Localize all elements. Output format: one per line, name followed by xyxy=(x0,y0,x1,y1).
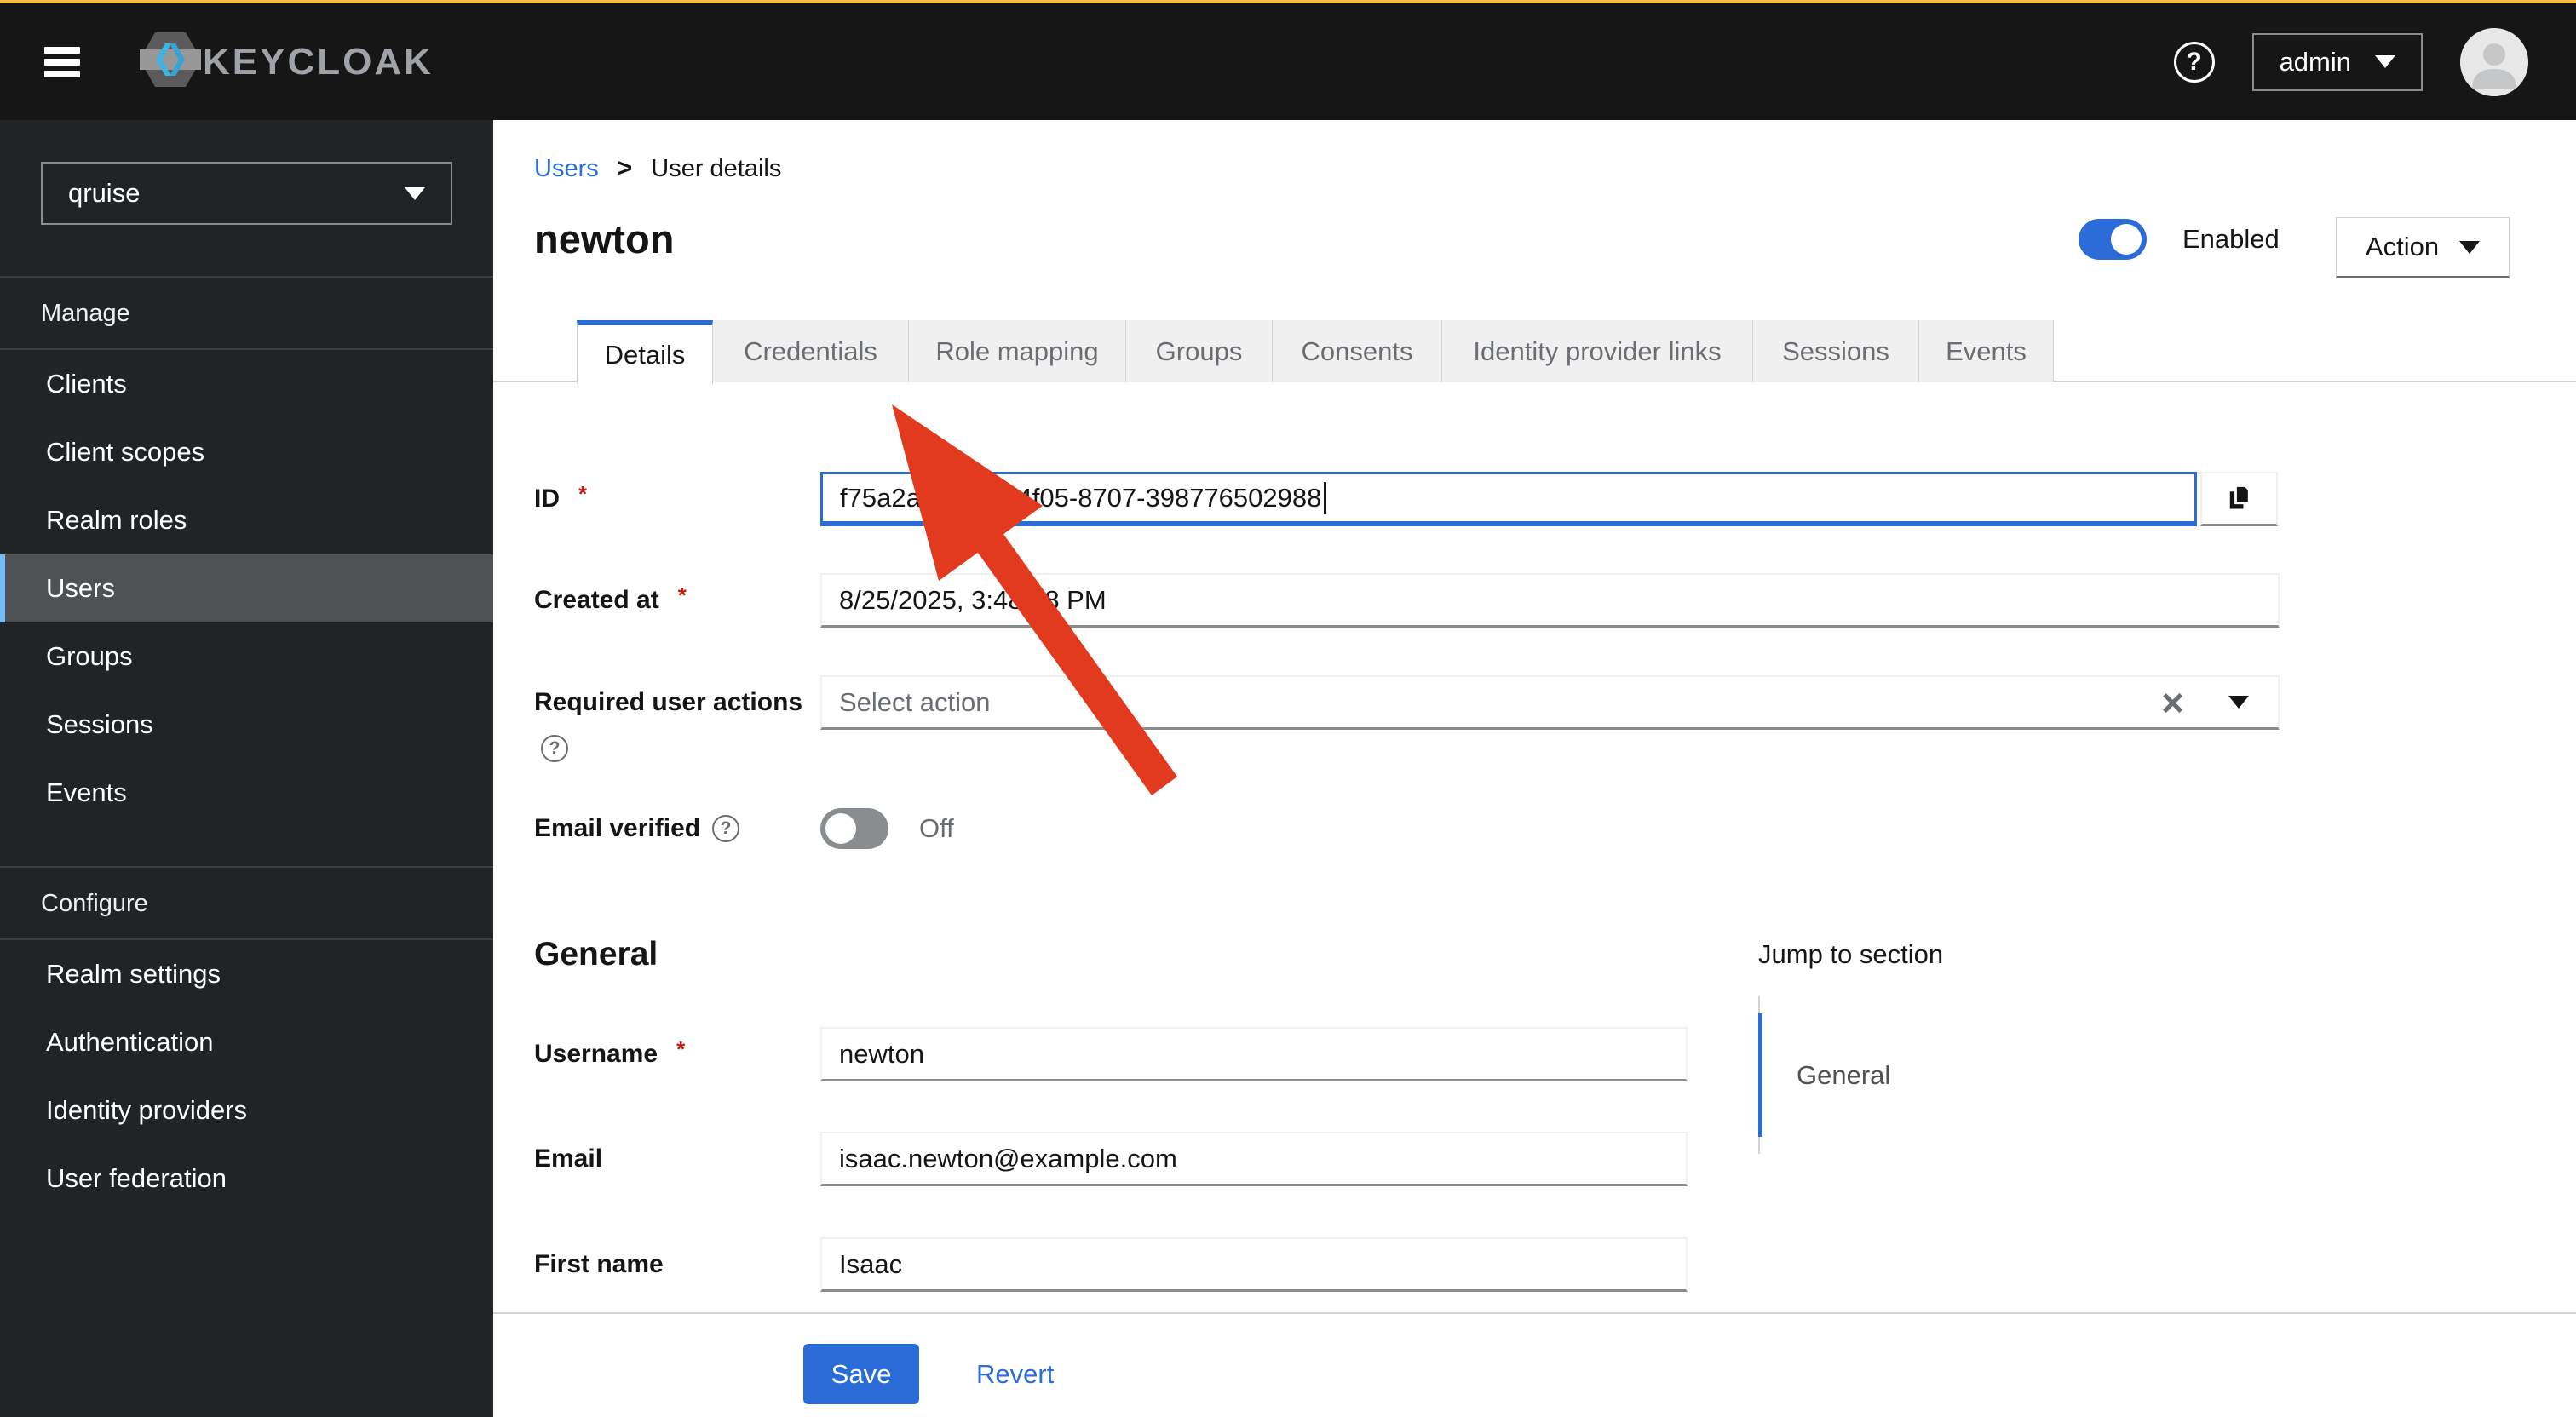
sidebar-item-realm-roles[interactable]: Realm roles xyxy=(0,486,493,554)
user-menu-label: admin xyxy=(2279,46,2351,77)
sidebar-item-groups[interactable]: Groups xyxy=(0,622,493,691)
keycloak-logo: KEYCLOAK xyxy=(140,32,434,91)
first-name-input[interactable]: Isaac xyxy=(820,1237,1688,1292)
sidebar-item-identity-providers[interactable]: Identity providers xyxy=(0,1076,493,1144)
tab-identity-provider-links[interactable]: Identity provider links xyxy=(1442,320,1753,382)
realm-selector-value: qruise xyxy=(68,178,141,208)
jump-item-general[interactable]: General xyxy=(1797,1013,1890,1137)
clear-icon[interactable]: × xyxy=(2161,683,2184,722)
breadcrumb: Users > User details xyxy=(534,154,781,183)
required-user-actions-label: Required user actions xyxy=(534,688,803,716)
jump-active-indicator xyxy=(1758,1013,1762,1137)
required-asterisk: * xyxy=(676,1036,686,1062)
enabled-toggle-group: Enabled xyxy=(2079,219,2280,260)
brand-text: KEYCLOAK xyxy=(203,40,434,83)
tab-events[interactable]: Events xyxy=(1919,320,2054,382)
breadcrumb-current: User details xyxy=(651,154,782,182)
sidebar-section-manage: Manage xyxy=(41,300,130,327)
help-icon[interactable]: ? xyxy=(2173,41,2215,83)
id-input[interactable]: f75a2a42-9fc9-4f05-8707-398776502988 xyxy=(820,472,2197,526)
chevron-down-icon xyxy=(2375,55,2395,68)
tab-details[interactable]: Details xyxy=(577,320,713,384)
avatar[interactable] xyxy=(2460,27,2528,96)
sidebar-item-user-federation[interactable]: User federation xyxy=(0,1144,493,1213)
required-asterisk: * xyxy=(578,480,588,507)
sidebar-item-users[interactable]: Users xyxy=(0,554,493,622)
chevron-down-icon[interactable] xyxy=(2228,696,2249,708)
tab-bar: Details Credentials Role mapping Groups … xyxy=(577,320,2054,384)
first-name-label: First name xyxy=(534,1250,664,1278)
copy-icon xyxy=(2224,482,2255,515)
sidebar-item-clients[interactable]: Clients xyxy=(0,350,493,418)
id-label: ID * xyxy=(534,480,588,513)
masthead-toolbar: ? admin xyxy=(2173,27,2528,96)
chevron-down-icon xyxy=(2459,240,2481,254)
nav-toggle-icon[interactable] xyxy=(44,45,83,79)
help-icon[interactable]: ? xyxy=(712,815,740,842)
created-at-label: Created at * xyxy=(534,582,687,615)
breadcrumb-users-link[interactable]: Users xyxy=(534,155,599,183)
realm-selector-dropdown[interactable]: qruise xyxy=(41,162,452,225)
save-button[interactable]: Save xyxy=(803,1344,919,1404)
required-asterisk: * xyxy=(677,582,687,608)
sidebar-item-authentication[interactable]: Authentication xyxy=(0,1008,493,1076)
email-verified-state: Off xyxy=(919,813,954,843)
tab-role-mapping[interactable]: Role mapping xyxy=(909,320,1126,382)
chevron-right-icon: > xyxy=(617,154,633,182)
keycloak-logo-icon xyxy=(140,32,201,91)
tab-credentials[interactable]: Credentials xyxy=(713,320,909,382)
footer-divider xyxy=(493,1312,2576,1314)
tab-sessions[interactable]: Sessions xyxy=(1753,320,1919,382)
user-menu-dropdown[interactable]: admin xyxy=(2251,32,2423,91)
user-details-page: Users > User details newton Enabled Acti… xyxy=(493,120,2576,1417)
username-label: Username * xyxy=(534,1036,686,1069)
email-input[interactable]: isaac.newton@example.com xyxy=(820,1132,1688,1186)
sidebar-item-client-scopes[interactable]: Client scopes xyxy=(0,418,493,486)
sidebar-item-events[interactable]: Events xyxy=(0,759,493,827)
page-title: newton xyxy=(534,216,675,261)
required-user-actions-select[interactable]: Select action × xyxy=(820,675,2280,730)
help-icon[interactable]: ? xyxy=(541,735,568,762)
email-verified-label: Email verified ? xyxy=(534,808,815,849)
action-label: Action xyxy=(2365,232,2440,261)
revert-link[interactable]: Revert xyxy=(976,1344,1054,1404)
sidebar-item-realm-settings[interactable]: Realm settings xyxy=(0,940,493,1008)
tab-consents[interactable]: Consents xyxy=(1273,320,1442,382)
keycloak-admin-console: KEYCLOAK ? admin qruise Manage Clients C… xyxy=(0,0,2576,1417)
created-at-input[interactable]: 8/25/2025, 3:48:28 PM xyxy=(820,573,2280,628)
jump-to-section-heading: Jump to section xyxy=(1758,939,1944,969)
sidebar-nav-manage: Clients Client scopes Realm roles Users … xyxy=(0,350,493,827)
action-dropdown[interactable]: Action xyxy=(2336,217,2510,278)
chevron-down-icon xyxy=(405,186,425,200)
email-verified-toggle[interactable] xyxy=(820,808,888,849)
general-section-heading: General xyxy=(534,936,658,972)
sidebar-nav-configure: Realm settings Authentication Identity p… xyxy=(0,940,493,1213)
enabled-toggle[interactable] xyxy=(2079,219,2147,260)
sidebar-section-configure: Configure xyxy=(41,890,148,917)
masthead: KEYCLOAK ? admin xyxy=(0,0,2576,120)
sidebar-item-sessions[interactable]: Sessions xyxy=(0,691,493,759)
copy-button[interactable] xyxy=(2200,472,2278,526)
enabled-label: Enabled xyxy=(2182,224,2280,254)
sidebar: qruise Manage Clients Client scopes Real… xyxy=(0,120,493,1417)
text-cursor xyxy=(1324,481,1327,514)
tab-groups[interactable]: Groups xyxy=(1126,320,1273,382)
email-label: Email xyxy=(534,1144,603,1173)
select-placeholder: Select action xyxy=(839,686,991,717)
username-input[interactable]: newton xyxy=(820,1027,1688,1081)
